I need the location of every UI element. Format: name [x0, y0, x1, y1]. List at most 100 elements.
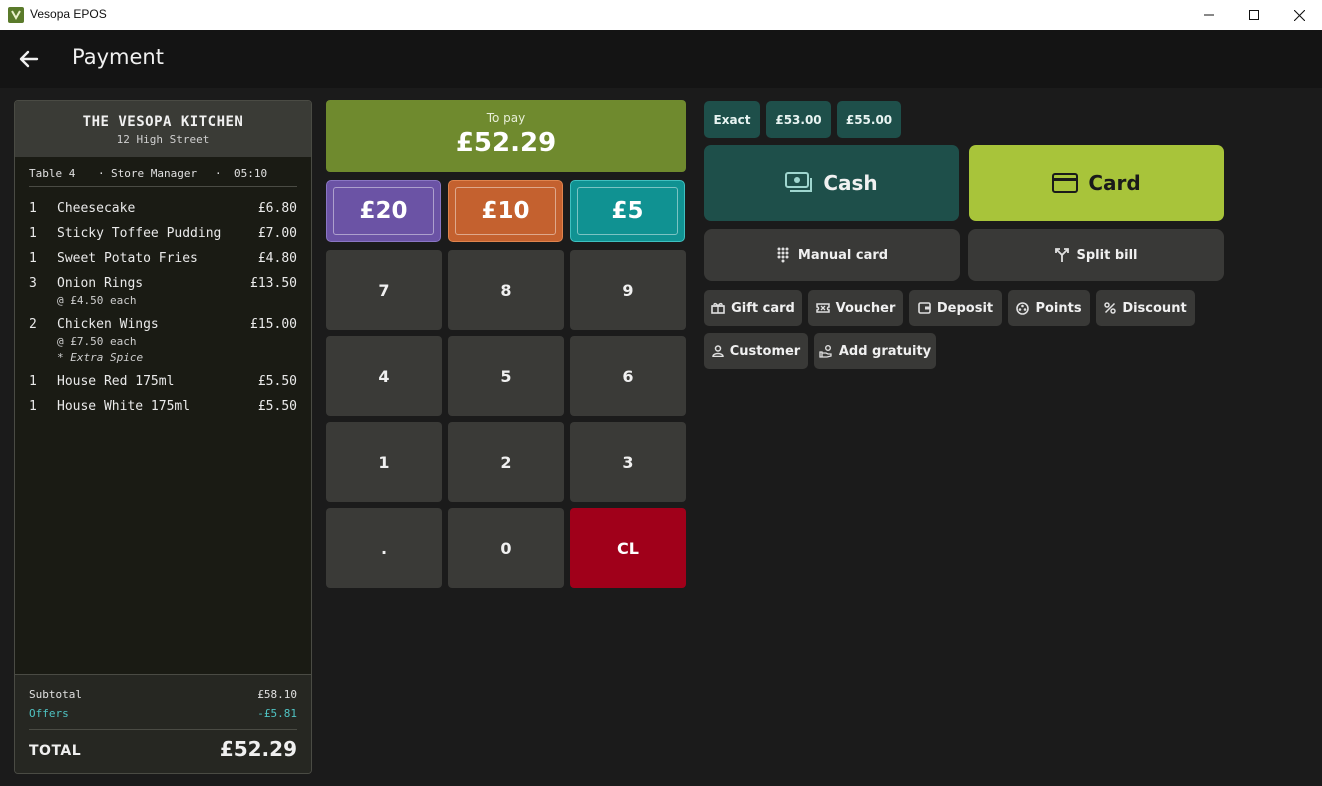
order-time: 05:10 — [234, 167, 268, 180]
total-row: TOTAL £52.29 — [29, 737, 297, 767]
add-gratuity-button[interactable]: Add gratuity — [814, 333, 936, 369]
item-modifier: * Extra Spice — [57, 351, 144, 364]
item-price: £4.80 — [257, 251, 297, 266]
deposit-button[interactable]: Deposit — [909, 290, 1002, 326]
tip-hand-icon — [819, 344, 832, 358]
manual-card-button[interactable]: Manual card — [704, 229, 960, 281]
percent-icon — [1104, 302, 1117, 314]
keypad-decimal[interactable]: . — [326, 508, 442, 588]
exact-amount-button[interactable]: Exact — [704, 101, 760, 138]
card-button[interactable]: Card — [969, 145, 1224, 221]
cash-label: Cash — [823, 171, 878, 195]
list-item: 3 Onion Rings £13.50 @ £4.50 each — [29, 276, 297, 317]
keypad-icon — [777, 247, 789, 263]
arrow-left-icon — [19, 50, 39, 68]
item-name: Sweet Potato Fries — [57, 251, 198, 266]
ticket-icon — [815, 303, 830, 313]
note-label: £20 — [359, 198, 408, 224]
keypad-8[interactable]: 8 — [448, 250, 564, 330]
keypad-0[interactable]: 0 — [448, 508, 564, 588]
keypad-5[interactable]: 5 — [448, 336, 564, 416]
meta-separator: · — [215, 167, 222, 180]
wallet-icon — [918, 302, 931, 314]
customer-button[interactable]: Customer — [704, 333, 808, 369]
keypad-2[interactable]: 2 — [448, 422, 564, 502]
app-logo-icon — [8, 7, 24, 23]
manual-card-label: Manual card — [797, 247, 889, 263]
points-icon — [1016, 301, 1030, 315]
close-button[interactable] — [1276, 0, 1322, 30]
keypad-4[interactable]: 4 — [326, 336, 442, 416]
receipt-items: 1 Cheesecake £6.80 1 Sticky Toffee Puddi… — [29, 201, 297, 424]
voucher-label: Voucher — [835, 300, 896, 316]
deposit-label: Deposit — [936, 300, 994, 316]
note-5-button[interactable]: £5 — [570, 180, 685, 242]
total-value: £52.29 — [219, 737, 297, 761]
keypad-clear-button[interactable]: CL — [570, 508, 686, 588]
gift-card-button[interactable]: Gift card — [704, 290, 802, 326]
note-label: £5 — [611, 198, 644, 224]
user-icon — [712, 345, 724, 357]
split-icon — [1054, 248, 1069, 262]
item-price: £5.50 — [257, 399, 297, 414]
list-item: 1 Cheesecake £6.80 — [29, 201, 297, 226]
add-gratuity-label: Add gratuity — [838, 343, 932, 359]
list-item: 1 Sweet Potato Fries £4.80 — [29, 251, 297, 276]
item-name: Onion Rings — [57, 276, 144, 291]
item-qty: 1 — [29, 374, 37, 389]
list-item: 1 House Red 175ml £5.50 — [29, 374, 297, 399]
item-name: House White 175ml — [57, 399, 191, 414]
quick-amount-53-button[interactable]: £53.00 — [766, 101, 831, 138]
quick-amount-55-button[interactable]: £55.00 — [837, 101, 901, 138]
close-icon — [1293, 9, 1305, 21]
keypad-7[interactable]: 7 — [326, 250, 442, 330]
gift-card-label: Gift card — [731, 300, 795, 316]
list-item: 2 Chicken Wings £15.00 @ £7.50 each * Ex… — [29, 317, 297, 374]
points-button[interactable]: Points — [1008, 290, 1090, 326]
item-name: Sticky Toffee Pudding — [57, 226, 222, 241]
keypad-1[interactable]: 1 — [326, 422, 442, 502]
keypad-9[interactable]: 9 — [570, 250, 686, 330]
restaurant-name: THE VESOPA KITCHEN — [82, 114, 244, 130]
keypad-6[interactable]: 6 — [570, 336, 686, 416]
points-label: Points — [1035, 300, 1082, 316]
item-name: House Red 175ml — [57, 374, 175, 389]
order-receipt: THE VESOPA KITCHEN 12 High Street Table … — [14, 100, 312, 774]
divider — [29, 729, 297, 730]
item-qty: 1 — [29, 201, 37, 216]
window-title: Vesopa EPOS — [30, 7, 107, 21]
offers-row: Offers -£5.81 — [29, 707, 297, 720]
item-name: Chicken Wings — [57, 317, 159, 332]
discount-label: Discount — [1122, 300, 1187, 316]
total-label: TOTAL — [29, 743, 82, 759]
item-price: £5.50 — [257, 374, 297, 389]
keypad-3[interactable]: 3 — [570, 422, 686, 502]
note-label: £10 — [481, 198, 530, 224]
discount-button[interactable]: Discount — [1096, 290, 1195, 326]
to-pay-amount: £52.29 — [455, 128, 557, 158]
split-bill-button[interactable]: Split bill — [968, 229, 1224, 281]
note-20-button[interactable]: £20 — [326, 180, 441, 242]
subtotal-row: Subtotal £58.10 — [29, 688, 297, 701]
minimize-button[interactable] — [1186, 0, 1232, 30]
item-unit-price: @ £7.50 each — [57, 335, 137, 348]
window-titlebar: Vesopa EPOS — [0, 0, 1322, 30]
cash-icon — [785, 172, 813, 192]
credit-card-icon — [1052, 173, 1079, 193]
minimize-icon — [1204, 14, 1214, 16]
staff-name: Store Manager — [111, 167, 198, 180]
app-header: Payment — [0, 30, 1322, 88]
voucher-button[interactable]: Voucher — [808, 290, 903, 326]
receipt-header: THE VESOPA KITCHEN 12 High Street — [15, 101, 311, 157]
receipt-meta: Table 4 · Store Manager · 05:10 — [29, 165, 297, 187]
customer-label: Customer — [729, 343, 801, 359]
back-button[interactable] — [14, 44, 44, 74]
subtotal-value: £58.10 — [257, 688, 297, 701]
item-unit-price: @ £4.50 each — [57, 294, 137, 307]
item-qty: 2 — [29, 317, 37, 332]
cash-button[interactable]: Cash — [704, 145, 959, 221]
item-price: £13.50 — [250, 276, 297, 291]
maximize-button[interactable] — [1231, 0, 1277, 30]
note-10-button[interactable]: £10 — [448, 180, 563, 242]
item-price: £6.80 — [257, 201, 297, 216]
